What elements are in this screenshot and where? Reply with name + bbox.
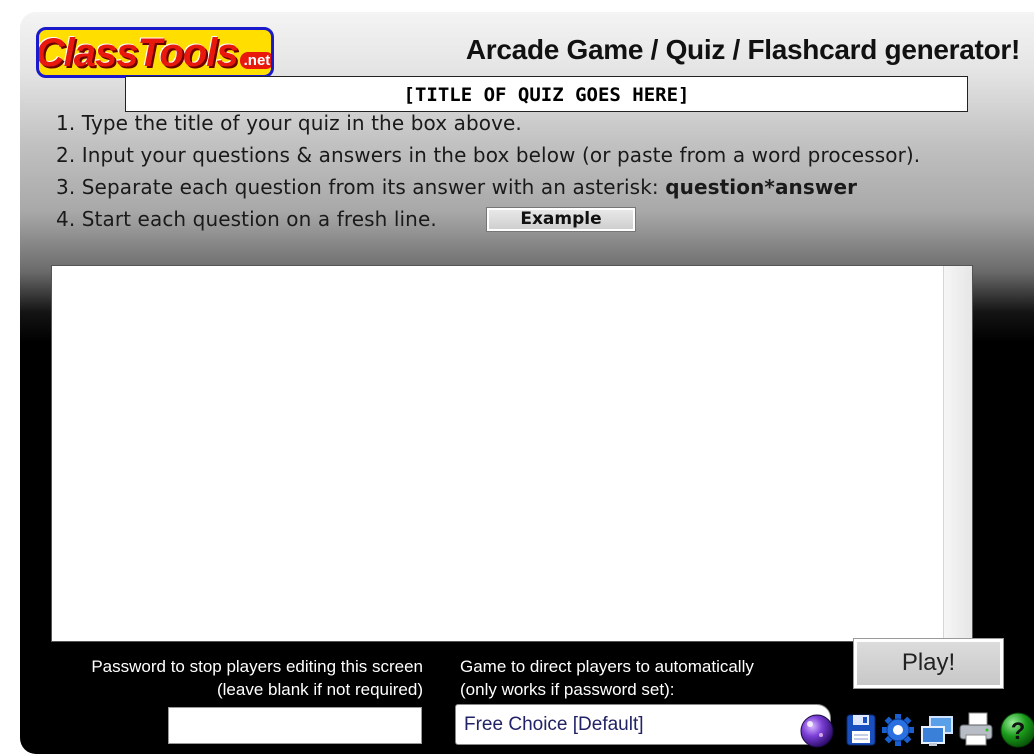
questions-answers-textarea[interactable] [51, 265, 973, 642]
instruction-step-4: 4. Start each question on a fresh line. [56, 207, 437, 231]
game-label-line-1: Game to direct players to automatically [460, 657, 754, 676]
instruction-step-3: 3. Separate each question from its answe… [56, 175, 857, 199]
password-label: Password to stop players editing this sc… [56, 655, 423, 701]
textarea-scrollbar[interactable] [943, 266, 972, 641]
logo-text: ClassTools [36, 30, 239, 75]
instruction-step-3-text: 3. Separate each question from its answe… [56, 175, 666, 199]
instruction-step-2: 2. Input your questions & answers in the… [56, 143, 921, 167]
crystal-ball-icon[interactable] [797, 709, 835, 749]
play-button[interactable]: Play! [853, 638, 1004, 689]
game-select-label: Game to direct players to automatically … [460, 655, 754, 701]
game-select-dropdown[interactable]: Free Choice [Default] [455, 704, 831, 745]
help-icon[interactable]: ? [999, 709, 1034, 749]
svg-text:?: ? [1011, 718, 1026, 745]
instruction-format-example: question*answer [665, 175, 858, 199]
password-label-line-1: Password to stop players editing this sc… [91, 657, 423, 676]
print-icon[interactable] [957, 709, 995, 749]
classtools-logo[interactable]: ClassTools .net [36, 27, 274, 78]
password-input[interactable] [168, 707, 422, 744]
password-label-line-2: (leave blank if not required) [216, 680, 423, 699]
logo-suffix: .net [239, 52, 271, 69]
example-button[interactable]: Example [486, 207, 636, 232]
settings-icon[interactable] [879, 709, 917, 749]
app-window: ClassTools .net Arcade Game / Quiz / Fla… [20, 12, 1034, 754]
save-icon[interactable] [843, 709, 881, 749]
instruction-step-1: 1. Type the title of your quiz in the bo… [56, 111, 522, 135]
quiz-title-input[interactable] [125, 76, 968, 112]
app-title: Arcade Game / Quiz / Flashcard generator… [465, 34, 1020, 65]
screens-icon[interactable] [918, 709, 956, 749]
game-label-line-2: (only works if password set): [460, 680, 675, 699]
